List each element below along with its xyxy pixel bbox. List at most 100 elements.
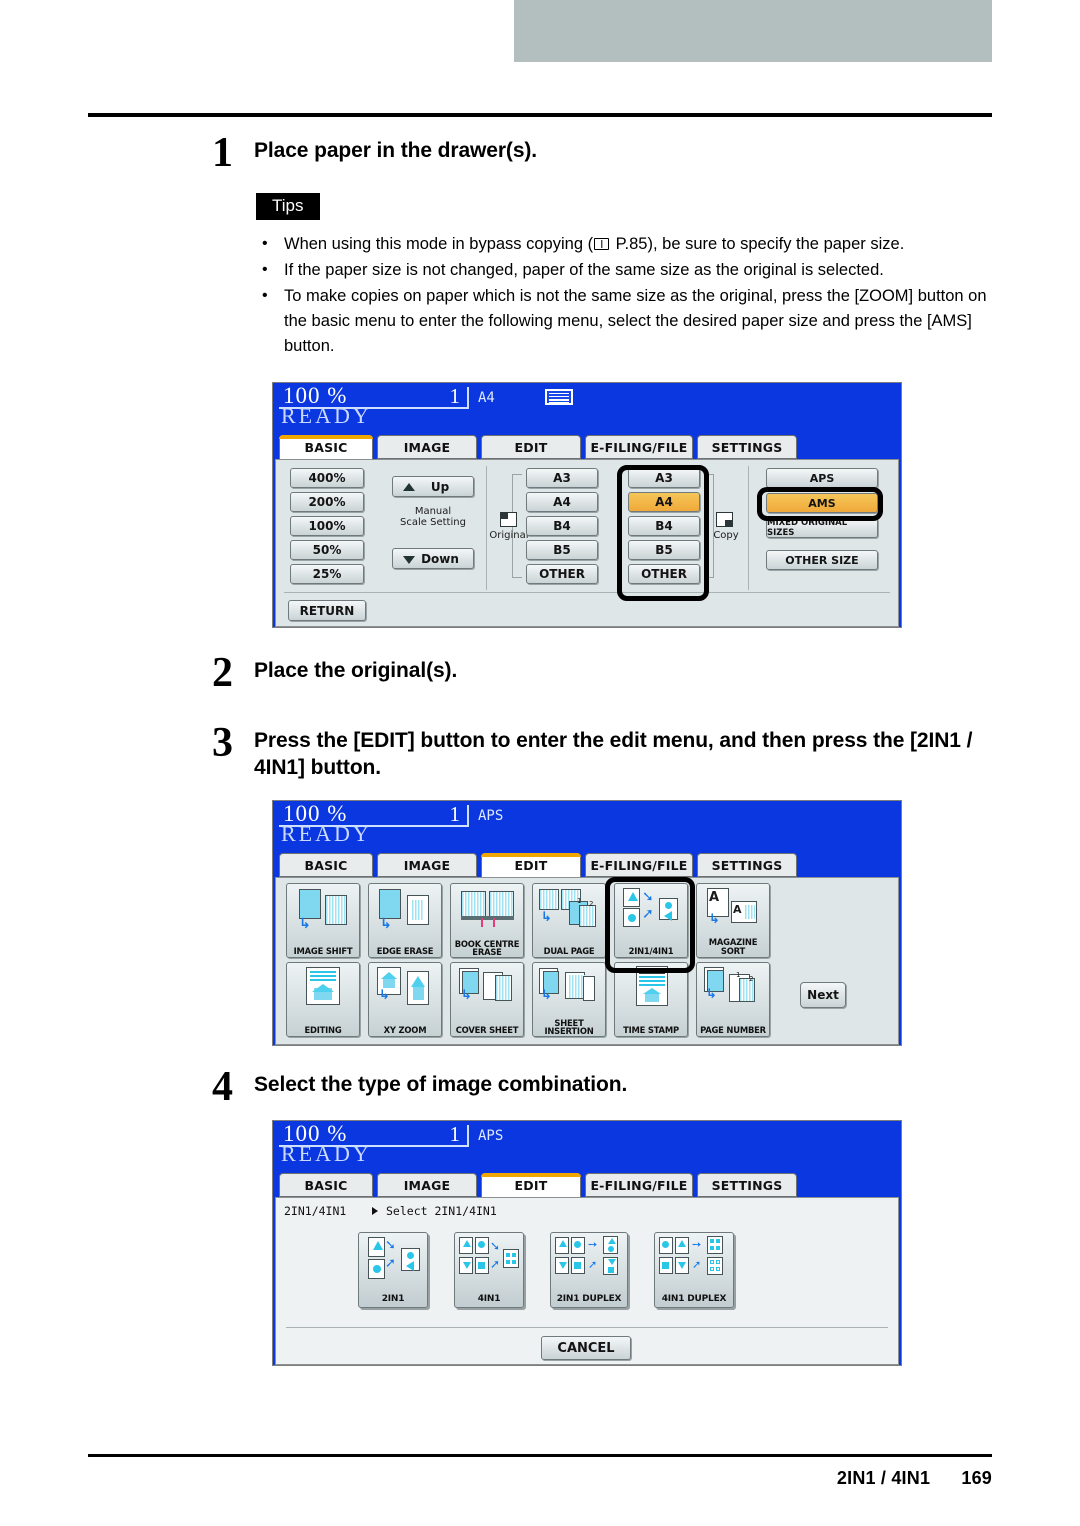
combine-option-2in1[interactable]: ➘ ➚ 2IN1 <box>358 1232 428 1308</box>
copy-size-other[interactable]: OTHER <box>628 564 700 584</box>
tab-image[interactable]: IMAGE <box>377 1173 477 1197</box>
time-stamp-icon <box>615 966 687 1006</box>
step-4-number: 4 <box>212 1064 233 1110</box>
tab-settings[interactable]: SETTINGS <box>697 853 797 877</box>
zoom-preset-200[interactable]: 200% <box>290 492 364 512</box>
page-number-icon: 1 2 ↳ <box>697 966 769 1006</box>
original-sheet-icon <box>500 512 517 527</box>
step-4: 4 Select the type of image combination. <box>212 1066 1012 1108</box>
paper-size-indicator: APS <box>478 1128 504 1144</box>
edit-button-editing[interactable]: EDITING <box>286 962 360 1037</box>
step-2: 2 Place the original(s). <box>212 652 1012 694</box>
tab-image[interactable]: IMAGE <box>377 853 477 877</box>
divider <box>486 466 487 590</box>
combine-option-2in1-duplex[interactable]: ➙ ➚ 2IN1 DUPLEX <box>550 1232 628 1308</box>
combine-option-4in1[interactable]: ➘ ➚ 4IN1 <box>454 1232 524 1308</box>
copy-size-a4[interactable]: A4 <box>628 492 700 512</box>
tips-item: • When using this mode in bypass copying … <box>252 232 1000 257</box>
ready-status-text: READY <box>281 403 372 428</box>
tips-item-post-a: ), be sure to specify the paper size. <box>647 235 905 253</box>
tips-list: • When using this mode in bypass copying … <box>252 232 1000 360</box>
tips-item-text-c: To make copies on paper which is not the… <box>284 287 987 356</box>
lcd-panel-basic[interactable]: 100 % 1 READY A4 BASIC IMAGE EDIT E-FILI… <box>272 382 902 628</box>
book-reference-icon <box>594 238 610 250</box>
magazine-sort-icon: A A ↳ <box>697 887 769 927</box>
copy-size-b5[interactable]: B5 <box>628 540 700 560</box>
tab-settings[interactable]: SETTINGS <box>697 1173 797 1197</box>
tab-edit[interactable]: EDIT <box>481 435 581 459</box>
copy-size-a3[interactable]: A3 <box>628 468 700 488</box>
breadcrumb-hint: Select 2IN1/4IN1 <box>386 1204 497 1218</box>
tab-row-combine[interactable]: BASIC IMAGE EDIT E-FILING/FILE SETTINGS <box>273 1173 901 1197</box>
original-size-b5[interactable]: B5 <box>526 540 598 560</box>
tab-edit[interactable]: EDIT <box>481 853 581 877</box>
edit-button-edge-erase[interactable]: ↳ EDGE ERASE <box>368 883 442 958</box>
triangle-down-icon <box>403 556 415 564</box>
bottom-rule <box>88 1454 992 1457</box>
tab-settings[interactable]: SETTINGS <box>697 435 797 459</box>
top-rule <box>88 113 992 117</box>
edit-button-xy-zoom[interactable]: ↳ XY ZOOM <box>368 962 442 1037</box>
return-button[interactable]: RETURN <box>288 600 366 621</box>
edit-button-sheet-insertion[interactable]: ↳ SHEET INSERTION <box>532 962 606 1037</box>
original-size-other[interactable]: OTHER <box>526 564 598 584</box>
lcd-panel-edit[interactable]: 100 % 1 READY APS BASIC IMAGE EDIT E-FIL… <box>272 800 902 1046</box>
tab-image[interactable]: IMAGE <box>377 435 477 459</box>
edit-button-dual-page[interactable]: ↳ 1 2 DUAL PAGE <box>532 883 606 958</box>
tips-item-ref-a: P.85 <box>611 235 648 253</box>
4in1-icon: ➘ ➚ <box>455 1236 523 1276</box>
tab-edit[interactable]: EDIT <box>481 1173 581 1197</box>
original-label: Original <box>489 530 529 541</box>
triangle-up-icon <box>403 483 415 491</box>
copy-label: Copy <box>713 530 739 541</box>
breadcrumb-current: 2IN1/4IN1 <box>284 1204 347 1218</box>
tab-basic[interactable]: BASIC <box>279 853 373 877</box>
zoom-preset-25[interactable]: 25% <box>290 564 364 584</box>
edit-menu-body: ↳ IMAGE SHIFT ↳ EDGE ERASE BOOK CENTRE E… <box>275 877 899 1045</box>
original-size-b4[interactable]: B4 <box>526 516 598 536</box>
edit-button-image-shift[interactable]: ↳ IMAGE SHIFT <box>286 883 360 958</box>
tab-efiling-file[interactable]: E-FILING/FILE <box>585 853 693 877</box>
tab-row-edit[interactable]: BASIC IMAGE EDIT E-FILING/FILE SETTINGS <box>273 853 901 877</box>
bullet-icon: • <box>262 261 268 279</box>
edge-erase-icon: ↳ <box>369 887 441 931</box>
ams-button[interactable]: AMS <box>766 493 878 513</box>
edit-button-magazine-sort[interactable]: A A ↳ MAGAZINE SORT <box>696 883 770 958</box>
edit-button-2in1-4in1[interactable]: ➘ ➚ 2IN1/4IN1 <box>614 883 688 958</box>
aps-button[interactable]: APS <box>766 468 878 488</box>
paper-size-indicator: A4 <box>478 390 495 406</box>
edit-button-cover-sheet[interactable]: ↳ COVER SHEET <box>450 962 524 1037</box>
cancel-button[interactable]: CANCEL <box>541 1336 631 1360</box>
tab-basic[interactable]: BASIC <box>279 1173 373 1197</box>
manual-scale-down-button[interactable]: Down <box>392 548 474 569</box>
tab-basic[interactable]: BASIC <box>279 435 373 459</box>
edit-button-page-number[interactable]: 1 2 ↳ PAGE NUMBER <box>696 962 770 1037</box>
copy-sheet-icon <box>716 512 733 527</box>
manual-scale-label: Manual Scale Setting <box>400 506 466 529</box>
tab-efiling-file[interactable]: E-FILING/FILE <box>585 1173 693 1197</box>
original-size-a4[interactable]: A4 <box>526 492 598 512</box>
zoom-preset-400[interactable]: 400% <box>290 468 364 488</box>
tab-row-basic[interactable]: BASIC IMAGE EDIT E-FILING/FILE SETTINGS <box>273 435 901 459</box>
breadcrumb-arrow-icon <box>372 1207 378 1215</box>
page-header-band <box>514 0 992 62</box>
original-size-a3[interactable]: A3 <box>526 468 598 488</box>
divider <box>748 466 749 590</box>
edit-button-time-stamp[interactable]: TIME STAMP <box>614 962 688 1037</box>
lcd-status-bar: 100 % 1 READY A4 <box>273 383 901 435</box>
next-button[interactable]: Next <box>800 982 846 1008</box>
tips-item-text-b: If the paper size is not changed, paper … <box>284 261 884 280</box>
zoom-preset-100[interactable]: 100% <box>290 516 364 536</box>
edit-button-book-centre-erase[interactable]: BOOK CENTRE ERASE <box>450 883 524 958</box>
other-size-button[interactable]: OTHER SIZE <box>766 550 878 570</box>
manual-scale-up-button[interactable]: Up <box>392 476 474 497</box>
tab-efiling-file[interactable]: E-FILING/FILE <box>585 435 693 459</box>
zoom-preset-50[interactable]: 50% <box>290 540 364 560</box>
mixed-original-sizes-button[interactable]: MIXED ORIGINAL SIZES <box>766 518 878 538</box>
cover-sheet-icon: ↳ <box>451 966 523 1006</box>
combine-menu-body: 2IN1/4IN1 Select 2IN1/4IN1 ➘ ➚ 2IN1 ➘ ➚ … <box>275 1197 899 1365</box>
copy-size-b4[interactable]: B4 <box>628 516 700 536</box>
editing-icon <box>287 966 359 1006</box>
lcd-panel-combine[interactable]: 100 % 1 READY APS BASIC IMAGE EDIT E-FIL… <box>272 1120 902 1366</box>
combine-option-4in1-duplex[interactable]: ➙ ➚ 4IN1 DUPLEX <box>654 1232 734 1308</box>
